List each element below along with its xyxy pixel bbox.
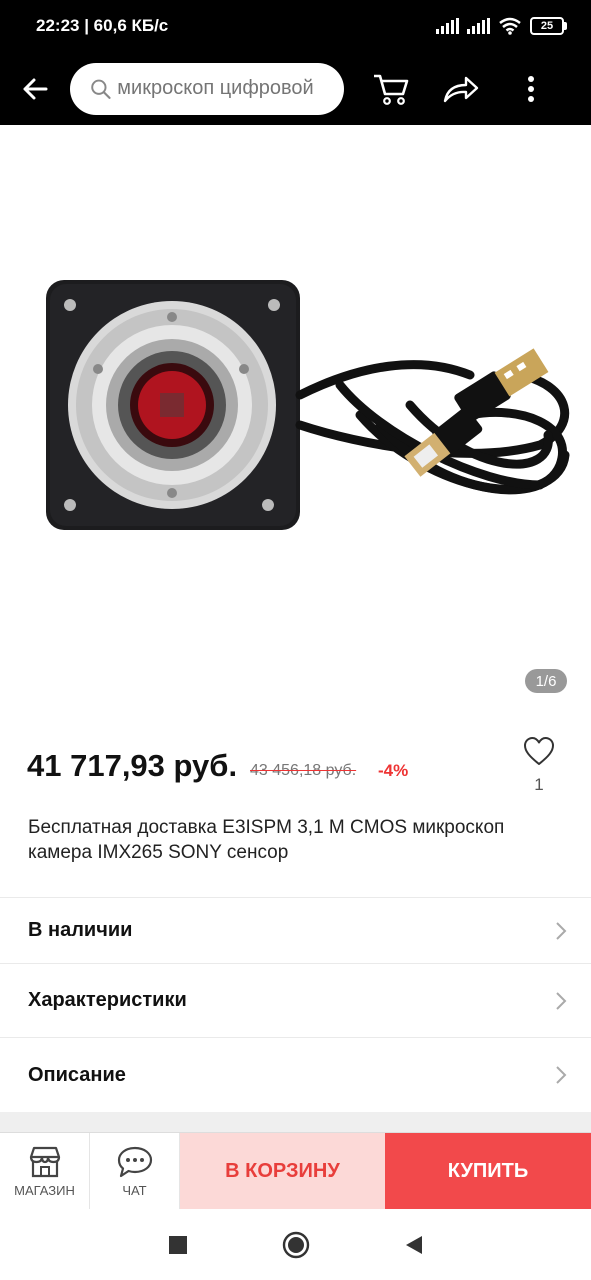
product-photo bbox=[46, 280, 570, 530]
chat-icon bbox=[117, 1146, 152, 1177]
heart-icon bbox=[524, 737, 554, 765]
search-box[interactable] bbox=[70, 62, 344, 115]
product-image-gallery[interactable]: 1/6 bbox=[0, 125, 591, 718]
buy-now-button[interactable]: КУПИТЬ bbox=[385, 1133, 591, 1209]
share-icon bbox=[443, 76, 479, 102]
nav-square-icon[interactable] bbox=[168, 1235, 188, 1255]
product-title: Бесплатная доставка E3ISPM 3,1 M CMOS ми… bbox=[28, 817, 505, 863]
share-button[interactable] bbox=[426, 52, 496, 125]
current-price: 41 717,93 руб. bbox=[27, 748, 238, 783]
chevron-right-icon bbox=[556, 991, 567, 1010]
top-app-bar bbox=[0, 52, 591, 125]
chat-tab[interactable]: ЧАТ bbox=[90, 1133, 180, 1209]
store-label: МАГАЗИН bbox=[14, 1182, 75, 1198]
back-button[interactable] bbox=[0, 52, 70, 125]
search-input[interactable] bbox=[117, 77, 332, 100]
chevron-right-icon bbox=[556, 1066, 567, 1084]
status-time: 22:23 | 60,6 КБ/с bbox=[36, 16, 169, 35]
battery-icon: 25 bbox=[530, 17, 567, 35]
nav-home-icon[interactable] bbox=[282, 1231, 310, 1259]
signal-1-icon bbox=[436, 18, 459, 34]
add-to-cart-button[interactable]: В КОРЗИНУ bbox=[180, 1133, 385, 1209]
section-divider bbox=[0, 1112, 591, 1132]
system-nav-bar bbox=[0, 1209, 591, 1280]
discount-badge: -4% bbox=[378, 761, 409, 780]
chat-label: ЧАТ bbox=[122, 1182, 147, 1198]
more-icon bbox=[528, 75, 534, 102]
store-icon bbox=[29, 1146, 60, 1177]
battery-level: 25 bbox=[530, 17, 564, 35]
old-price: 43 456,18 руб. bbox=[250, 762, 357, 779]
availability-label: В наличии bbox=[28, 919, 133, 941]
search-icon bbox=[91, 79, 111, 99]
signal-2-icon bbox=[467, 18, 490, 34]
cart-icon bbox=[374, 74, 409, 105]
cart-button[interactable] bbox=[356, 52, 426, 125]
specs-row[interactable]: Характеристики bbox=[0, 963, 591, 1037]
availability-row[interactable]: В наличии bbox=[0, 897, 591, 963]
back-arrow-icon bbox=[23, 78, 48, 99]
specs-label: Характеристики bbox=[28, 989, 187, 1011]
favorite-count: 1 bbox=[534, 775, 544, 794]
status-icons: 25 bbox=[436, 17, 567, 35]
description-label: Описание bbox=[28, 1063, 126, 1086]
info-sections: В наличии Характеристики Описание bbox=[0, 897, 591, 1112]
image-counter: 1/6 bbox=[525, 669, 567, 693]
description-row[interactable]: Описание bbox=[0, 1037, 591, 1112]
more-button[interactable] bbox=[496, 52, 566, 125]
bottom-action-bar: МАГАЗИН ЧАТ В КОРЗИНУ КУПИТЬ bbox=[0, 1132, 591, 1209]
chevron-right-icon bbox=[556, 921, 567, 940]
nav-back-icon[interactable] bbox=[404, 1234, 424, 1256]
store-tab[interactable]: МАГАЗИН bbox=[0, 1133, 90, 1209]
price-section: 41 717,93 руб. 43 456,18 руб. -4% 1 bbox=[0, 730, 591, 810]
wifi-icon bbox=[499, 17, 521, 35]
favorite-button[interactable]: 1 bbox=[519, 736, 559, 795]
status-bar: 22:23 | 60,6 КБ/с 25 bbox=[0, 0, 591, 52]
